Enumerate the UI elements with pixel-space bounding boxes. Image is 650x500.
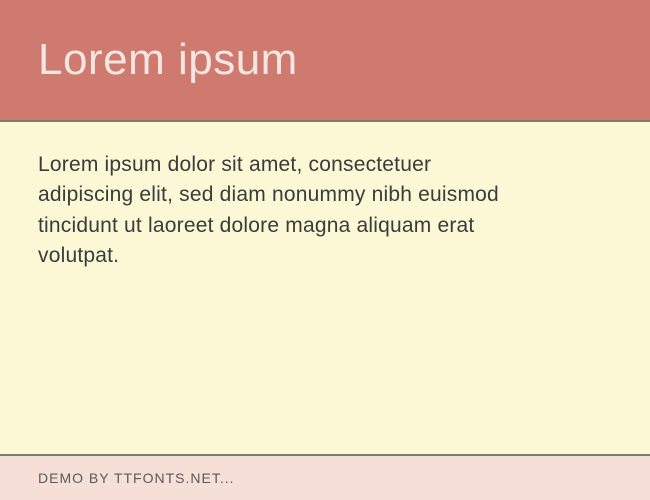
footer-bar: DEMO BY TTFONTS.NET...: [0, 456, 650, 500]
body-paragraph: Lorem ipsum dolor sit amet, consectetuer…: [38, 150, 518, 272]
footer-text: DEMO BY TTFONTS.NET...: [38, 470, 235, 486]
header-title: Lorem ipsum: [38, 35, 298, 85]
body-area: Lorem ipsum dolor sit amet, consectetuer…: [0, 122, 650, 454]
header-banner: Lorem ipsum: [0, 0, 650, 120]
